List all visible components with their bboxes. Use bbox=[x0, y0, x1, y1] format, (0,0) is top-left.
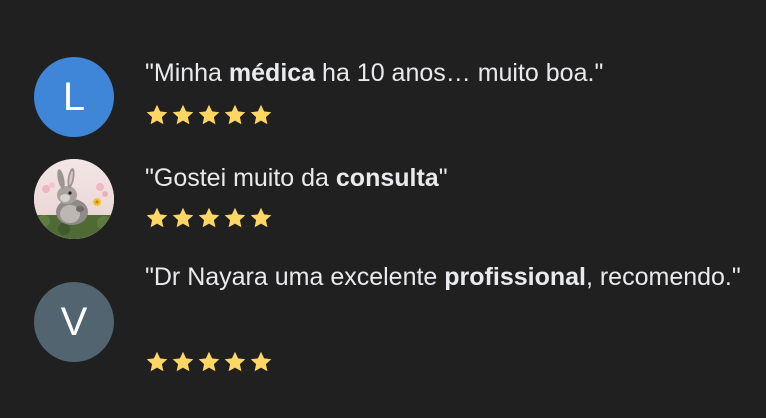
star-rating bbox=[145, 103, 273, 127]
rabbit-photo-icon bbox=[34, 159, 114, 239]
review-text-highlight: profissional bbox=[444, 263, 586, 291]
star-rating bbox=[145, 350, 273, 374]
avatar[interactable]: L bbox=[34, 57, 114, 137]
star-icon bbox=[250, 104, 272, 125]
review-text-start: "Minha bbox=[145, 59, 229, 87]
review-text-end: ha 10 anos… muito boa." bbox=[315, 59, 604, 87]
star-icon bbox=[172, 351, 194, 372]
star-icon bbox=[224, 351, 246, 372]
star-icon bbox=[250, 207, 272, 228]
star-icon bbox=[198, 207, 220, 228]
review-text: "Minha médica ha 10 anos… muito boa." bbox=[145, 50, 745, 96]
avatar-letter: V bbox=[60, 300, 88, 344]
review-text-highlight: médica bbox=[228, 59, 316, 87]
star-icon bbox=[224, 207, 246, 228]
review-text-end: , recomendo." bbox=[585, 263, 741, 291]
star-icon bbox=[198, 351, 220, 372]
avatar[interactable]: V bbox=[34, 282, 114, 362]
review-text: "Gostei muito da consulta" bbox=[145, 155, 745, 201]
star-icon bbox=[250, 351, 272, 372]
reviews-list: L "Minha médica ha 10 anos… muito boa." bbox=[0, 0, 766, 418]
star-icon bbox=[146, 104, 168, 125]
review-text: "Dr Nayara uma excelente profissional, r… bbox=[145, 254, 745, 300]
star-icon bbox=[146, 351, 168, 372]
star-icon bbox=[146, 207, 168, 228]
star-rating bbox=[145, 206, 273, 230]
review-text-highlight: consulta bbox=[335, 164, 439, 192]
star-icon bbox=[172, 104, 194, 125]
review-text-end: " bbox=[438, 164, 448, 192]
star-icon bbox=[224, 104, 246, 125]
review-text-start: "Dr Nayara uma excelente bbox=[145, 263, 445, 291]
avatar-letter: L bbox=[62, 75, 86, 119]
avatar[interactable] bbox=[34, 159, 114, 239]
review-text-start: "Gostei muito da bbox=[145, 164, 336, 192]
star-icon bbox=[172, 207, 194, 228]
star-icon bbox=[198, 104, 220, 125]
